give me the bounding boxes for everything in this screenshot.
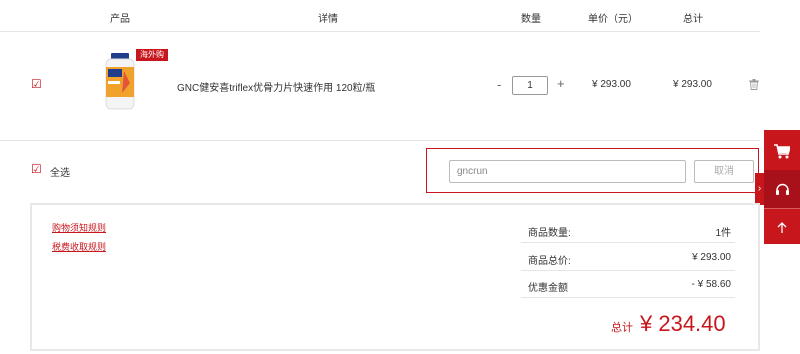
- summary-goods-total-label: 商品总价:: [528, 256, 571, 267]
- product-image[interactable]: [104, 53, 136, 111]
- quantity-increase-button[interactable]: +: [557, 76, 565, 91]
- headset-icon: [775, 183, 789, 195]
- summary-goods-total: 商品总价: ¥ 293.00: [521, 244, 735, 271]
- summary-count-value: 1件: [715, 228, 731, 239]
- sidebar-service-button[interactable]: [764, 170, 800, 208]
- item-checkbox[interactable]: ☑: [31, 78, 42, 90]
- cart-item-row: ☑ 海外购 GNC健安喜triflex优骨力片快速作用 120粒/瓶 - + ¥…: [0, 33, 760, 141]
- cart-icon: [774, 143, 790, 158]
- summary-count-label: 商品数量:: [528, 228, 571, 239]
- product-name[interactable]: GNC健安喜triflex优骨力片快速作用 120粒/瓶: [177, 79, 375, 94]
- cart-table-header: 产品 详情 数量 单价（元） 总计: [0, 0, 760, 32]
- summary-discount-label: 优惠金额: [528, 283, 568, 294]
- sidebar-cart-button[interactable]: [764, 132, 800, 170]
- summary-item-count: 商品数量: 1件: [521, 216, 735, 243]
- header-product: 产品: [110, 14, 130, 25]
- sidebar-collapse-arrow[interactable]: ›: [755, 173, 764, 205]
- arrow-up-icon: [777, 221, 787, 233]
- summary-goods-total-value: ¥ 293.00: [692, 252, 731, 263]
- trash-icon[interactable]: [749, 79, 759, 90]
- select-all-label[interactable]: 全选: [50, 164, 70, 179]
- grand-total-value: ¥ 234.40: [640, 311, 726, 336]
- quantity-decrease-button[interactable]: -: [497, 77, 501, 92]
- coupon-code-input[interactable]: [449, 160, 686, 183]
- header-total: 总计: [683, 14, 703, 25]
- quantity-input[interactable]: [512, 76, 548, 95]
- unit-price: ¥ 293.00: [592, 79, 631, 90]
- summary-discount: 优惠金额 - ¥ 58.60: [521, 271, 735, 298]
- header-detail: 详情: [318, 14, 338, 25]
- tax-rules-link[interactable]: 税费收取规则: [52, 240, 106, 253]
- shopping-rules-link[interactable]: 购物须知规则: [52, 221, 106, 234]
- grand-total-label: 总计: [611, 322, 633, 334]
- summary-discount-value: - ¥ 58.60: [691, 279, 731, 290]
- coupon-cancel-button[interactable]: 取消: [694, 160, 754, 183]
- select-all-checkbox[interactable]: ☑: [31, 163, 42, 175]
- sidebar-back-to-top-button[interactable]: [764, 208, 800, 246]
- floating-sidebar: [764, 130, 800, 244]
- header-unit-price: 单价（元）: [588, 14, 638, 25]
- overseas-badge: 海外购: [136, 49, 168, 61]
- row-total: ¥ 293.00: [673, 79, 712, 90]
- header-quantity: 数量: [521, 14, 541, 25]
